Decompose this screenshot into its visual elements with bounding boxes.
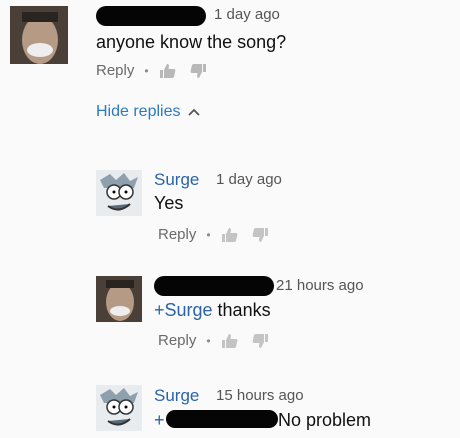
comment-text: anyone know the song? bbox=[96, 32, 287, 52]
reply-text: No problem bbox=[278, 410, 372, 430]
avatar[interactable] bbox=[96, 276, 142, 322]
separator-dot: • bbox=[206, 333, 211, 348]
reply-time: 21 hours ago bbox=[276, 277, 364, 294]
redacted-mention bbox=[166, 410, 278, 428]
reply-button[interactable]: Reply bbox=[158, 332, 196, 349]
thumbs-up-icon[interactable] bbox=[221, 333, 239, 349]
redacted-username bbox=[154, 276, 274, 296]
hide-replies-link[interactable]: Hide replies bbox=[96, 103, 201, 121]
thumbs-down-icon[interactable] bbox=[189, 63, 207, 79]
comment-time: 1 day ago bbox=[214, 6, 280, 23]
reply-button[interactable]: Reply bbox=[96, 62, 134, 79]
reply-text: +Surge thanks bbox=[154, 300, 271, 321]
reply-actions: Reply • bbox=[158, 226, 281, 243]
comment-actions: Reply • bbox=[96, 62, 219, 79]
avatar[interactable] bbox=[96, 170, 142, 216]
reply-time: 1 day ago bbox=[216, 171, 282, 188]
thumbs-up-icon[interactable] bbox=[221, 227, 239, 243]
mention-link[interactable]: +Surge bbox=[154, 300, 213, 320]
thumbs-up-icon[interactable] bbox=[159, 63, 177, 79]
redacted-username bbox=[96, 6, 206, 26]
separator-dot: • bbox=[144, 63, 149, 78]
thumbs-down-icon[interactable] bbox=[251, 333, 269, 349]
reply-time: 15 hours ago bbox=[216, 387, 304, 404]
separator-dot: • bbox=[206, 227, 211, 242]
avatar[interactable] bbox=[96, 385, 142, 431]
reply-author[interactable]: Surge bbox=[154, 386, 199, 406]
mention-link[interactable]: + bbox=[154, 410, 165, 431]
reply-author[interactable]: Surge bbox=[154, 170, 199, 190]
avatar[interactable] bbox=[10, 6, 68, 64]
reply-actions: Reply • bbox=[158, 332, 281, 349]
thumbs-down-icon[interactable] bbox=[251, 227, 269, 243]
reply-text: Yes bbox=[154, 193, 184, 213]
reply-text-body: thanks bbox=[212, 300, 271, 320]
chevron-up-icon bbox=[188, 108, 201, 116]
hide-replies-label: Hide replies bbox=[96, 103, 181, 120]
reply-button[interactable]: Reply bbox=[158, 226, 196, 243]
